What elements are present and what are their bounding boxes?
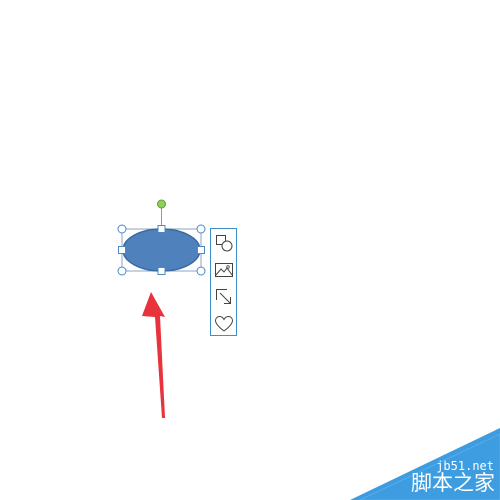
red-arrow-annotation [142,292,165,418]
watermark: jb51.net 脚本之家 [350,428,500,500]
watermark-name: 脚本之家 [411,471,495,495]
